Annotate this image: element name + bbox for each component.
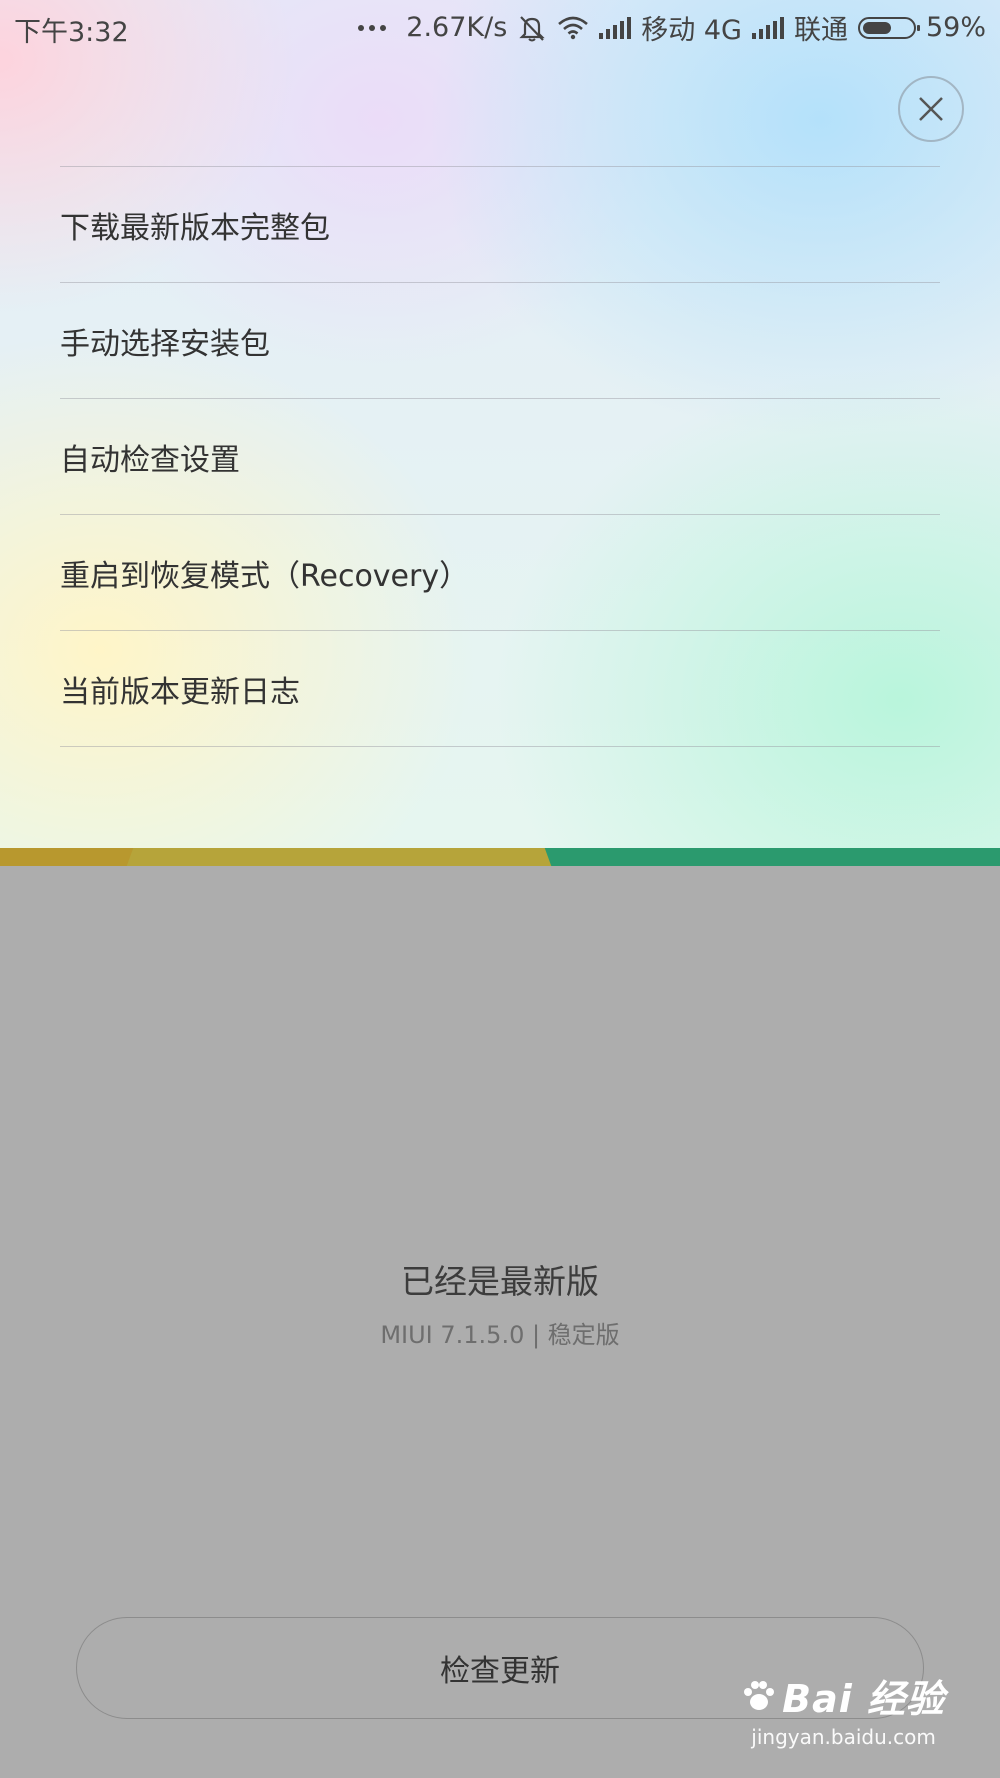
watermark-logo: Bai 经验 <box>742 1668 945 1723</box>
options-menu: 下载最新版本完整包 手动选择安装包 自动检查设置 重启到恢复模式（Recover… <box>60 166 940 747</box>
menu-item-label: 自动检查设置 <box>60 442 240 478</box>
accent-strip-green <box>544 848 1000 866</box>
menu-item-label: 手动选择安装包 <box>60 326 270 362</box>
menu-item-label: 下载最新版本完整包 <box>60 210 330 246</box>
status-title: 已经是最新版 <box>401 1262 599 1301</box>
carrier-2: 联通 <box>793 15 848 46</box>
menu-item-label: 当前版本更新日志 <box>60 674 300 710</box>
watermark: Bai 经验 jingyan.baidu.com <box>742 1668 945 1749</box>
menu-item-auto-check-settings[interactable]: 自动检查设置 <box>60 399 940 515</box>
bell-off-icon <box>519 15 545 41</box>
close-button[interactable] <box>898 76 964 142</box>
signal-icon <box>599 16 632 39</box>
status-time: 下午3:32 <box>14 17 129 48</box>
watermark-logo-text: Bai 经验 <box>782 1677 945 1721</box>
battery-icon <box>857 16 920 39</box>
carrier-1: 移动 4G <box>641 15 742 46</box>
battery-percent: 59% <box>925 12 986 43</box>
status-right: 2.67K/s 移动 4G 联通 59% <box>358 8 986 47</box>
version-label: MIUI 7.1.5.0 | 稳定版 <box>380 1321 620 1349</box>
accent-strip <box>0 848 1000 866</box>
wifi-icon <box>558 16 589 39</box>
close-icon <box>919 97 943 121</box>
status-bar: 下午3:32 2.67K/s 移动 4G 联通 59% <box>0 0 1000 52</box>
accent-strip-gold <box>126 848 564 866</box>
menu-item-select-package[interactable]: 手动选择安装包 <box>60 283 940 399</box>
watermark-url: jingyan.baidu.com <box>751 1725 936 1749</box>
menu-item-download-full-package[interactable]: 下载最新版本完整包 <box>60 167 940 283</box>
paw-icon <box>744 1680 775 1710</box>
more-dots-icon <box>358 24 387 31</box>
menu-item-changelog[interactable]: 当前版本更新日志 <box>60 631 940 747</box>
menu-item-label: 重启到恢复模式（Recovery） <box>60 558 470 594</box>
signal-icon <box>751 16 784 39</box>
update-status: 已经是最新版 MIUI 7.1.5.0 | 稳定版 <box>0 1255 1000 1350</box>
network-speed: 2.67K/s <box>406 12 508 43</box>
menu-item-reboot-recovery[interactable]: 重启到恢复模式（Recovery） <box>60 515 940 631</box>
